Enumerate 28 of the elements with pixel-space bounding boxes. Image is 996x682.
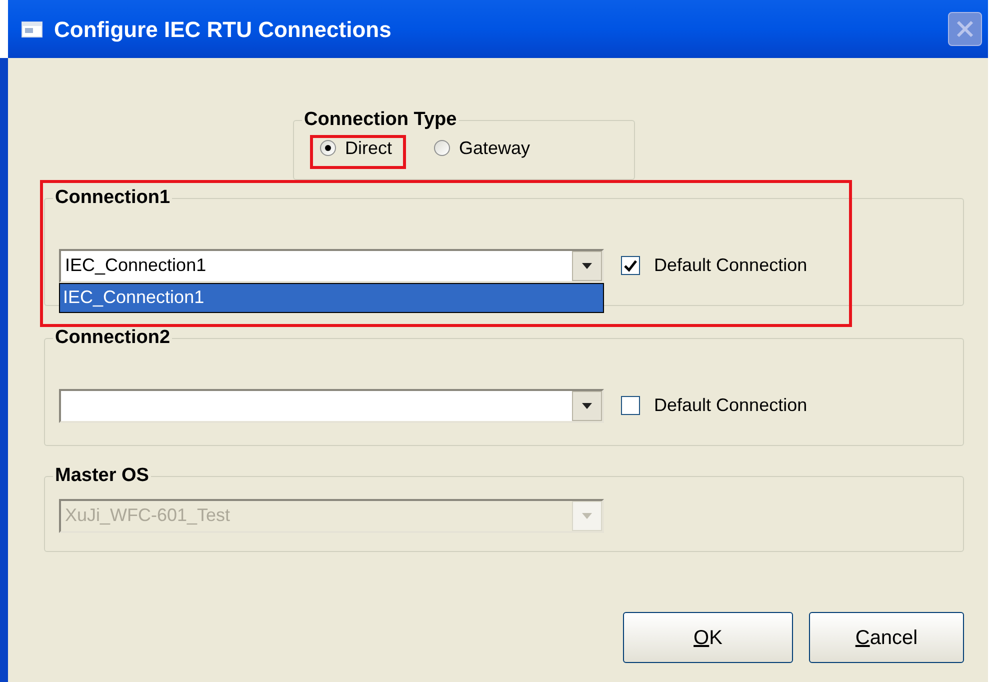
dialog-button[interactable]: OK <box>623 612 793 663</box>
group-title: Master OS <box>54 464 150 488</box>
group-title: Connection1 <box>54 186 172 210</box>
dropdown-item[interactable]: IEC_Connection1 <box>60 284 603 312</box>
checkbox[interactable] <box>621 396 640 415</box>
radio-label: Direct <box>345 136 392 160</box>
checkbox-label: Default Connection <box>654 394 808 417</box>
group-title: Connection2 <box>54 326 172 350</box>
radio-label: Gateway <box>459 136 530 160</box>
radio-button[interactable] <box>320 140 336 156</box>
radio-button[interactable] <box>434 140 450 156</box>
dialog-button[interactable]: Cancel <box>809 612 964 663</box>
close-icon <box>956 20 974 38</box>
caret-icon <box>582 512 592 518</box>
dropdown-button[interactable] <box>572 390 602 420</box>
group-title: Connection Type <box>303 108 458 132</box>
combo-box[interactable]: IEC_Connection1 <box>59 248 604 282</box>
dropdown-button[interactable] <box>572 250 602 280</box>
combo-value: IEC_Connection1 <box>65 254 206 277</box>
caret-icon <box>582 262 592 268</box>
checkbox[interactable] <box>621 256 640 275</box>
checkbox-label: Default Connection <box>654 254 808 277</box>
caret-icon <box>582 402 592 408</box>
combo-box[interactable] <box>59 388 604 422</box>
combo-value: XuJi_WFC-601_Test <box>65 504 230 527</box>
window-title: Configure IEC RTU Connections <box>54 16 392 44</box>
window-icon <box>20 19 44 39</box>
check-icon <box>624 260 637 272</box>
